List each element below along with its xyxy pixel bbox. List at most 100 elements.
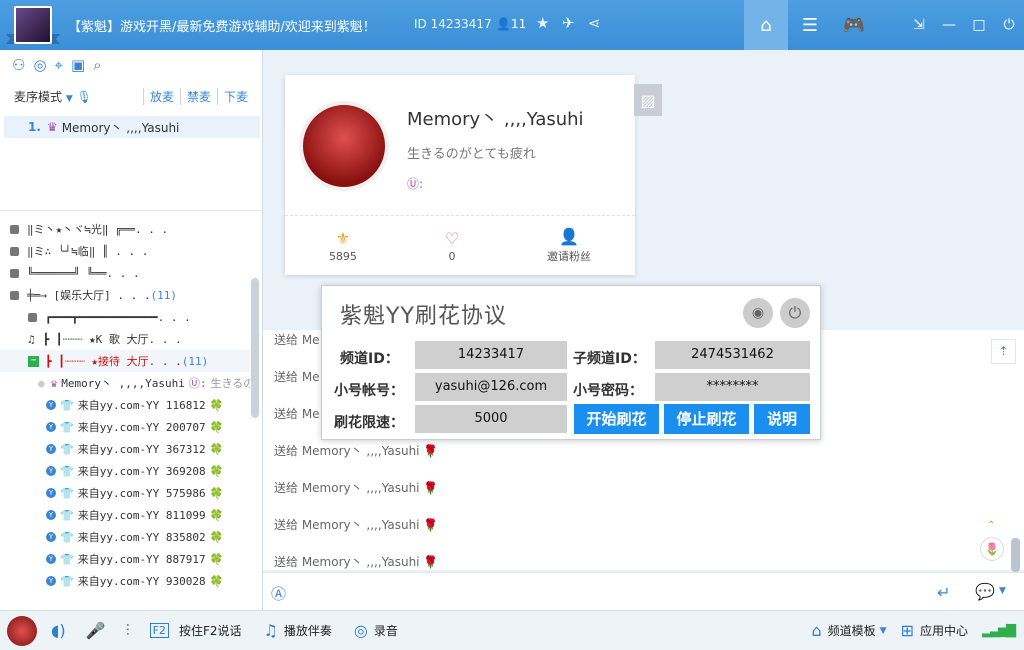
account-label: 小号帐号：: [334, 383, 404, 399]
record-button[interactable]: 录音: [374, 622, 398, 639]
play-music-button[interactable]: 播放伴奏: [284, 622, 332, 639]
push-to-talk-button[interactable]: 按住F2说话: [179, 622, 242, 639]
image-icon[interactable]: ▣: [71, 56, 85, 74]
shirt-icon: 👕: [60, 420, 74, 434]
tree-scrollbar[interactable]: [251, 278, 259, 418]
flower-stat[interactable]: ⚜ 5895: [329, 229, 357, 263]
chevron-down-icon[interactable]: ▼: [880, 626, 887, 636]
chat-input-bar[interactable]: Ⓐ ↵ 💬 ▼: [263, 572, 1024, 610]
flower-button[interactable]: 🌷: [980, 537, 1004, 561]
profile-stats: ⚜ 5895 ♡ 0 👤 邀请粉丝: [285, 215, 635, 275]
mic-off-icon[interactable]: 🎙: [77, 90, 92, 104]
help-button[interactable]: 说明: [754, 404, 810, 434]
eye-icon[interactable]: ◉: [743, 298, 773, 328]
share-icon[interactable]: ⋖: [588, 14, 601, 32]
tree-user[interactable]: Y 👕 来自yy.com-YY 835802 🍀: [0, 526, 250, 548]
tree-channel[interactable]: ┏━━━┳━━━━━━━━━━━━. . .: [0, 306, 250, 328]
tree-user[interactable]: Y 👕 来自yy.com-YY 116812 🍀: [0, 394, 250, 416]
chat-message: 送给 Memory丶 ,,,,Yasuhi 🌹: [274, 555, 439, 569]
emoji-icon[interactable]: 💬: [975, 582, 995, 601]
tree-user[interactable]: Y 👕 来自yy.com-YY 369208 🍀: [0, 460, 250, 482]
stop-button[interactable]: 停止刷花: [664, 404, 749, 434]
gamepad-icon[interactable]: 🎮: [832, 0, 876, 50]
location-icon[interactable]: ⌖: [55, 56, 63, 74]
tree-user[interactable]: Y 👕 来自yy.com-YY 200707 🍀: [0, 416, 250, 438]
release-mic-button[interactable]: 放麦: [142, 88, 180, 105]
shirt-icon: 👕: [60, 574, 74, 588]
user-icon: 👤: [496, 17, 511, 31]
yy-icon: Y: [46, 444, 56, 454]
profile-avatar[interactable]: [299, 101, 389, 191]
start-button[interactable]: 开始刷花: [574, 404, 659, 434]
font-icon[interactable]: Ⓐ: [271, 583, 286, 604]
chat-message: 送给 Memory丶 ,,,,Yasuhi 🌹: [274, 518, 439, 532]
collapse-icon[interactable]: −: [28, 355, 39, 367]
mic-queue-item[interactable]: 1. ♛ Memory丶 ,,,,Yasuhi: [4, 116, 260, 138]
tree-channel[interactable]: ╪═→ [娱乐大厅] . . . (11): [0, 284, 250, 306]
lock-icon: [28, 312, 37, 322]
password-field[interactable]: ********: [655, 373, 810, 401]
speed-field[interactable]: 5000: [415, 405, 567, 433]
send-icon[interactable]: ↵: [937, 583, 950, 602]
leaf-icon: 🍀: [209, 552, 224, 566]
profile-name: Memory丶 ,,,,Yasuhi: [407, 109, 584, 130]
tree-channel[interactable]: ╚══════╝ ╚══. . .: [0, 262, 250, 284]
power-icon[interactable]: ⏻: [994, 0, 1024, 50]
lock-icon: [10, 224, 19, 234]
home-icon[interactable]: ⌂: [744, 0, 788, 50]
title-bar: 【紫魁】游戏开黑/最新免费游戏辅助/欢迎来到紫魁！ ID 14233417 👤1…: [0, 0, 1024, 50]
user-list-icon[interactable]: ⚇: [12, 56, 25, 74]
tree-user[interactable]: Y 👕 来自yy.com-YY 930028 🍀: [0, 570, 250, 588]
account-field[interactable]: yasuhi@126.com: [415, 373, 567, 401]
like-stat[interactable]: ♡ 0: [445, 229, 459, 263]
invite-fans-button[interactable]: 👤 邀请粉丝: [547, 227, 591, 264]
chevron-down-icon: ▼: [65, 94, 73, 104]
list-icon[interactable]: ☰: [788, 0, 832, 50]
equalizer-icon[interactable]: ⫶: [126, 621, 130, 641]
power-icon[interactable]: ⏻: [780, 298, 810, 328]
search-icon[interactable]: ⌕: [93, 56, 101, 74]
tree-channel[interactable]: ♫ ┣ ┃┈┈┈ ★K 歌 大厅. . .: [0, 328, 250, 350]
speaker-icon[interactable]: ◖): [51, 621, 66, 640]
f2-icon: F2: [149, 623, 169, 638]
chevron-up-icon[interactable]: ⌃: [987, 520, 995, 531]
maximize-icon[interactable]: □: [964, 0, 994, 50]
minimize-icon[interactable]: —: [934, 0, 964, 50]
microphone-icon[interactable]: 🎤: [86, 621, 106, 640]
chat-icon[interactable]: ◎: [33, 56, 46, 74]
plane-icon[interactable]: ✈: [562, 14, 575, 32]
shirt-icon: 👕: [60, 442, 74, 456]
tree-channel[interactable]: ‖ミ丶★丶ヾ≒光‖ ╔══. . .: [0, 218, 250, 240]
minimize-tray-icon[interactable]: ⇲: [904, 0, 934, 50]
badge-icon: Ⓤ:: [188, 377, 207, 390]
leaf-icon: 🍀: [209, 530, 224, 544]
tree-channel[interactable]: ‖ミ∴ ╰┘≒临‖ ║ . . .: [0, 240, 250, 262]
grid-icon: ⊞: [900, 621, 914, 640]
chat-scrollbar[interactable]: [1011, 538, 1020, 572]
drop-mic-button[interactable]: 下麦: [216, 88, 254, 105]
chevron-down-icon[interactable]: ▼: [999, 586, 1006, 596]
tree-user[interactable]: Y 👕 来自yy.com-YY 575986 🍀: [0, 482, 250, 504]
star-icon[interactable]: ★: [536, 14, 549, 32]
ban-mic-button[interactable]: 禁麦: [179, 88, 217, 105]
tree-user[interactable]: Y 👕 来自yy.com-YY 887917 🍀: [0, 548, 250, 570]
music-icon: ♫: [263, 621, 278, 640]
picture-icon[interactable]: ▨: [634, 84, 662, 116]
channel-avatar[interactable]: [14, 6, 52, 44]
tree-channel-current[interactable]: − ┣ ┃┈┈┈ ★接待 大厅. . . (11): [0, 350, 250, 372]
sub-channel-field[interactable]: 2474531462: [655, 341, 810, 369]
channel-id-field[interactable]: 14233417: [415, 341, 567, 369]
profile-card: Memory丶 ,,,,Yasuhi 生きるのがとても疲れ Ⓤ: ⚜ 5895 ♡…: [285, 75, 635, 275]
rose-icon: 🌹: [423, 518, 439, 532]
tree-user[interactable]: Y 👕 来自yy.com-YY 367312 🍀: [0, 438, 250, 460]
tree-user[interactable]: Y 👕 来自yy.com-YY 811099 🍀: [0, 504, 250, 526]
app-center-button[interactable]: 应用中心: [920, 622, 968, 639]
tree-member[interactable]: ● ♛ Memory丶 ,,,,Yasuhi Ⓤ: 生きるの: [0, 372, 250, 394]
badge-icon: Ⓤ:: [407, 177, 424, 191]
channel-template-button[interactable]: 频道模板: [828, 622, 876, 639]
scroll-up-icon[interactable]: ⇡: [991, 339, 1016, 364]
yy-icon: Y: [46, 532, 56, 542]
my-avatar[interactable]: [7, 615, 37, 646]
leaf-icon: 🍀: [209, 442, 224, 456]
mic-mode-dropdown[interactable]: 麦序模式 ▼ 🎙: [14, 88, 92, 105]
